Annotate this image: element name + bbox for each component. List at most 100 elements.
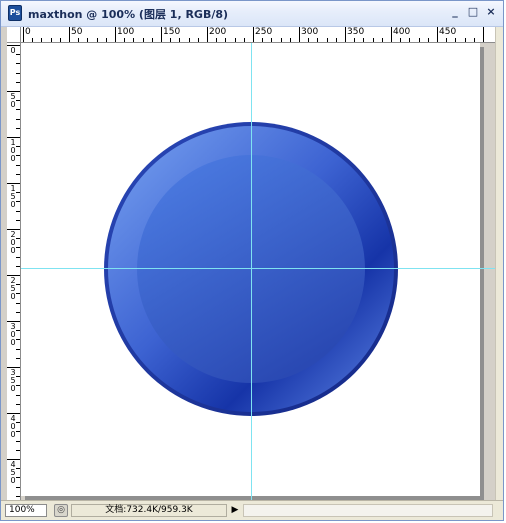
ruler-tick bbox=[16, 441, 20, 442]
ruler-label: 450 bbox=[10, 460, 16, 485]
ruler-tick bbox=[16, 358, 20, 359]
ruler-tick bbox=[363, 38, 364, 42]
ruler-tick bbox=[207, 27, 208, 42]
ruler-label: 50 bbox=[10, 92, 16, 109]
ruler-tick bbox=[419, 38, 420, 42]
ruler-tick bbox=[106, 38, 107, 42]
status-menu-arrow-icon[interactable]: ▶ bbox=[230, 504, 240, 517]
ruler-tick bbox=[198, 38, 199, 42]
ruler-label: 150 bbox=[10, 184, 16, 209]
ruler-tick bbox=[271, 38, 272, 42]
zoom-level-field[interactable]: 100% bbox=[5, 504, 47, 517]
status-bar: 100% ◎ 文档:732.4K/959.3K ▶ bbox=[1, 500, 503, 520]
ruler-label: 450 bbox=[439, 27, 457, 37]
ruler-label: 250 bbox=[255, 27, 273, 37]
ruler-tick bbox=[16, 487, 20, 488]
ruler-label: 200 bbox=[209, 27, 227, 37]
ruler-tick bbox=[16, 395, 20, 396]
ruler-tick bbox=[336, 38, 337, 42]
ruler-tick bbox=[16, 165, 20, 166]
ruler-tick bbox=[225, 38, 226, 42]
navigator-icon[interactable]: ◎ bbox=[54, 504, 68, 517]
ruler-tick bbox=[16, 450, 20, 451]
ruler-tick bbox=[97, 38, 98, 42]
ruler-tick bbox=[161, 27, 162, 42]
ruler-tick bbox=[16, 303, 20, 304]
ruler-tick bbox=[16, 82, 20, 83]
ruler-label: 300 bbox=[301, 27, 319, 37]
ruler-label: 350 bbox=[347, 27, 365, 37]
horizontal-ruler[interactable]: 0 50 100 150 200 250 300 350 400 450 bbox=[21, 27, 495, 43]
maximize-button[interactable]: □ bbox=[467, 6, 479, 18]
ruler-tick bbox=[78, 38, 79, 42]
ruler-tick bbox=[281, 38, 282, 42]
ruler-tick bbox=[115, 27, 116, 42]
ruler-tick bbox=[244, 38, 245, 42]
vertical-guide[interactable] bbox=[251, 43, 252, 500]
ruler-tick bbox=[16, 174, 20, 175]
ruler-label: 100 bbox=[117, 27, 135, 37]
ruler-tick bbox=[170, 38, 171, 42]
ruler-tick bbox=[16, 73, 20, 74]
minimize-button[interactable]: _ bbox=[449, 6, 461, 18]
ruler-tick bbox=[23, 27, 24, 42]
ruler-label: 50 bbox=[71, 27, 83, 37]
ruler-tick bbox=[51, 38, 52, 42]
ruler-label: 350 bbox=[10, 368, 16, 393]
photoshop-document-icon: Ps bbox=[8, 5, 22, 21]
ruler-tick bbox=[16, 109, 20, 110]
ruler-tick bbox=[152, 38, 153, 42]
ruler-tick bbox=[69, 27, 70, 42]
ruler-label: 0 bbox=[25, 27, 31, 37]
ruler-tick bbox=[437, 27, 438, 42]
ruler-tick bbox=[41, 38, 42, 42]
ruler-tick bbox=[16, 63, 20, 64]
ruler-tick bbox=[290, 38, 291, 42]
canvas-area[interactable] bbox=[21, 43, 495, 500]
ruler-tick bbox=[253, 27, 254, 42]
document-title: maxthon @ 100% (图层 1, RGB/8) bbox=[28, 8, 229, 21]
ruler-tick bbox=[16, 312, 20, 313]
ruler-tick bbox=[474, 38, 475, 42]
ruler-tick bbox=[189, 38, 190, 42]
title-bar[interactable]: Ps maxthon @ 100% (图层 1, RGB/8) _ □ × bbox=[1, 1, 503, 27]
ruler-label: 300 bbox=[10, 322, 16, 347]
ruler-tick bbox=[483, 27, 484, 42]
ruler-tick bbox=[400, 38, 401, 42]
ruler-tick bbox=[16, 220, 20, 221]
close-button[interactable]: × bbox=[485, 6, 497, 18]
ruler-tick bbox=[373, 38, 374, 42]
ruler-tick bbox=[16, 266, 20, 267]
ruler-tick bbox=[16, 257, 20, 258]
ruler-origin[interactable] bbox=[7, 27, 21, 43]
ruler-tick bbox=[16, 349, 20, 350]
ruler-tick bbox=[179, 38, 180, 42]
ruler-label: 100 bbox=[10, 138, 16, 163]
ruler-label: 0 bbox=[10, 46, 16, 55]
ruler-tick bbox=[16, 211, 20, 212]
ruler-tick bbox=[16, 128, 20, 129]
ruler-tick bbox=[16, 119, 20, 120]
horizontal-guide[interactable] bbox=[21, 268, 495, 269]
vertical-ruler[interactable]: 0 50 100 150 200 250 300 350 400 450 bbox=[7, 43, 21, 500]
ruler-tick bbox=[235, 38, 236, 42]
window-controls: _ □ × bbox=[449, 6, 497, 18]
ruler-label: 150 bbox=[163, 27, 181, 37]
ruler-tick bbox=[16, 496, 20, 497]
document-size-info: 文档:732.4K/959.3K bbox=[71, 504, 227, 517]
ruler-tick bbox=[87, 38, 88, 42]
ruler-tick bbox=[143, 38, 144, 42]
ruler-tick bbox=[60, 38, 61, 42]
horizontal-scrollbar[interactable] bbox=[243, 504, 493, 517]
ruler-tick bbox=[428, 38, 429, 42]
ruler-tick bbox=[382, 38, 383, 42]
ruler-tick bbox=[446, 38, 447, 42]
vertical-scrollbar[interactable] bbox=[495, 27, 503, 500]
ruler-tick bbox=[345, 27, 346, 42]
ruler-tick bbox=[455, 38, 456, 42]
ruler-label: 400 bbox=[10, 414, 16, 439]
ruler-tick bbox=[465, 38, 466, 42]
ruler-tick bbox=[327, 38, 328, 42]
ruler-tick bbox=[354, 38, 355, 42]
ruler-tick bbox=[308, 38, 309, 42]
